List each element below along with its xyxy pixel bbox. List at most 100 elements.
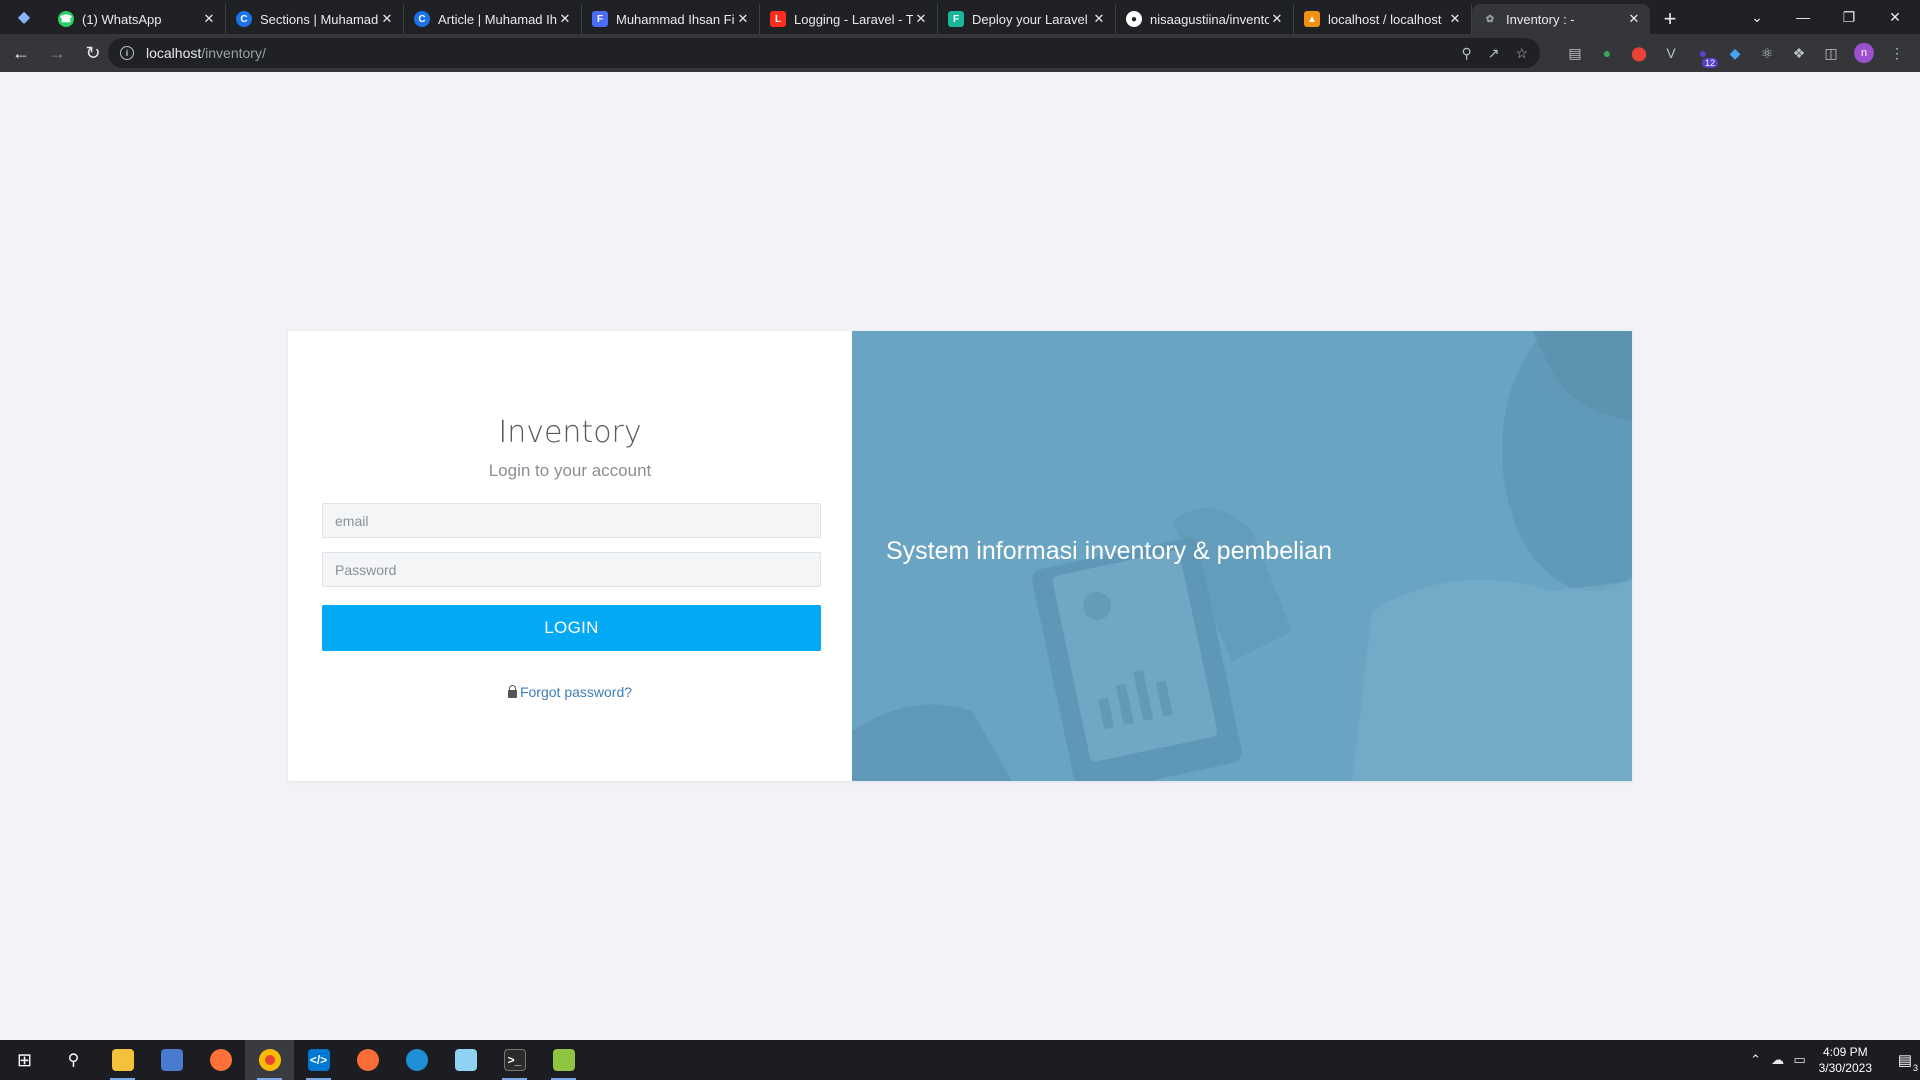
password-field[interactable] — [322, 552, 821, 587]
extension-badge: 12 — [1701, 58, 1718, 68]
close-tab-icon[interactable]: ✕ — [557, 11, 573, 27]
window-close-icon[interactable]: ✕ — [1872, 0, 1918, 34]
taskbar-app-notepad-plus-plus[interactable] — [539, 1040, 588, 1080]
site-info-icon[interactable]: i — [120, 46, 134, 60]
restore-icon[interactable]: ❐ — [1826, 0, 1872, 34]
browser-tab[interactable]: F Muhammad Ihsan Fir ✕ — [582, 4, 760, 34]
forgot-password-link-wrap[interactable]: Forgot password? — [288, 684, 852, 700]
close-tab-icon[interactable]: ✕ — [1626, 11, 1642, 27]
taskbar-app-file-explorer[interactable] — [98, 1040, 147, 1080]
taskbar-app-postman[interactable] — [343, 1040, 392, 1080]
login-subtitle: Login to your account — [488, 461, 652, 480]
close-tab-icon[interactable]: ✕ — [379, 11, 395, 27]
tab-list-chevron-icon[interactable]: ⌄ — [1734, 0, 1780, 34]
network-icon — [160, 1049, 183, 1071]
laravel-icon: L — [770, 11, 786, 27]
terminal-icon: >_ — [503, 1049, 526, 1071]
login-panel: Inventory Login to your account LOGIN Fo… — [288, 331, 852, 781]
extension-icon[interactable]: ▤ — [1566, 44, 1584, 62]
taskbar-app-vscode[interactable]: </> — [294, 1040, 343, 1080]
side-panel-icon[interactable]: ◫ — [1822, 44, 1840, 62]
forward-arrow-icon[interactable]: → — [42, 38, 72, 68]
taskbar-app-firefox[interactable] — [196, 1040, 245, 1080]
taskbar-app-mysql-workbench[interactable] — [392, 1040, 441, 1080]
reload-icon[interactable]: ↻ — [78, 38, 108, 68]
close-tab-icon[interactable]: ✕ — [1091, 11, 1107, 27]
close-tab-icon[interactable]: ✕ — [1269, 11, 1285, 27]
postman-icon — [356, 1049, 379, 1071]
bookmark-star-icon[interactable]: ☆ — [1515, 45, 1528, 62]
forgot-password-link[interactable]: Forgot password? — [520, 684, 632, 700]
folder-icon — [111, 1049, 134, 1071]
close-tab-icon[interactable]: ✕ — [201, 11, 217, 27]
dolphin-icon — [405, 1049, 428, 1071]
browser-tab[interactable]: C Sections | Muhamad ✕ — [226, 4, 404, 34]
browser-tab-active[interactable]: ✿ Inventory : - ✕ — [1472, 4, 1650, 34]
start-button[interactable]: ⊞ — [0, 1040, 49, 1080]
share-icon[interactable]: ↗ — [1488, 45, 1500, 62]
tab-title: Inventory : - — [1506, 11, 1575, 27]
menu-kebab-icon[interactable]: ⋮ — [1888, 44, 1906, 62]
login-card: Inventory Login to your account LOGIN Fo… — [288, 331, 1632, 781]
tray-chevron-up-icon[interactable]: ⌃ — [1745, 1052, 1767, 1068]
github-icon: ● — [1126, 11, 1142, 27]
url-host: localhost — [146, 45, 202, 61]
react-devtools-icon[interactable]: ⚛ — [1758, 44, 1776, 62]
extension-icon[interactable]: ⬤ — [1630, 44, 1648, 62]
vscode-icon: </> — [307, 1049, 330, 1071]
onedrive-cloud-icon[interactable]: ☁ — [1767, 1052, 1789, 1068]
minimize-icon[interactable]: — — [1780, 0, 1826, 34]
clock-date: 3/30/2023 — [1818, 1061, 1872, 1075]
notepad-plus-plus-icon — [552, 1049, 575, 1071]
address-bar[interactable]: i localhost/inventory/ ⚲ ↗ ☆ — [108, 38, 1540, 68]
close-tab-icon[interactable]: ✕ — [735, 11, 751, 27]
browser-tab[interactable]: ▲ localhost / localhost ✕ — [1294, 4, 1472, 34]
close-tab-icon[interactable]: ✕ — [1447, 11, 1463, 27]
puzzle-icon[interactable]: ❖ — [1790, 44, 1808, 62]
page-viewport: Inventory Login to your account LOGIN Fo… — [0, 72, 1920, 1040]
browser-tab[interactable]: C Article | Muhamad Ih ✕ — [404, 4, 582, 34]
vuejs-devtools-icon[interactable]: V — [1662, 44, 1680, 62]
notification-center-icon[interactable]: ▤ 3 — [1890, 1051, 1920, 1073]
dev-icon: C — [414, 11, 430, 27]
tab-title: Muhammad Ihsan Fir — [616, 11, 735, 27]
notepad-icon — [454, 1049, 477, 1071]
tab-strip: ◆ ☎ (1) WhatsApp ✕ C Sections | Muhamad … — [0, 0, 1920, 34]
tab-title: Sections | Muhamad — [260, 11, 379, 27]
hero-panel: System informasi inventory & pembelian — [852, 331, 1632, 781]
taskbar-app-notepad[interactable] — [441, 1040, 490, 1080]
tab-title: Article | Muhamad Ih — [438, 11, 557, 27]
tab-title: Deploy your Laravel P — [972, 11, 1091, 27]
extension-icon[interactable]: ● — [1598, 44, 1616, 62]
key-icon[interactable]: ⚲ — [1461, 45, 1471, 62]
browser-toolbar: ← → ↻ i localhost/inventory/ ⚲ ↗ ☆ ▤ ● ⬤… — [0, 34, 1920, 72]
back-arrow-icon[interactable]: ← — [6, 38, 36, 68]
tab-title: localhost / localhost — [1328, 11, 1442, 27]
windows-logo-icon: ⊞ — [16, 1049, 33, 1070]
extension-icon[interactable]: ◆ — [1726, 44, 1744, 62]
search-icon: ⚲ — [67, 1052, 80, 1069]
browser-tab[interactable]: F Deploy your Laravel P ✕ — [938, 4, 1116, 34]
taskbar-search[interactable]: ⚲ — [49, 1040, 98, 1080]
clock-time: 4:09 PM — [1822, 1045, 1868, 1059]
firefox-icon — [209, 1049, 232, 1071]
tab-search-icon[interactable]: ◆ — [0, 0, 48, 34]
profile-avatar[interactable]: n — [1854, 43, 1874, 63]
taskbar-app-network-tool[interactable] — [147, 1040, 196, 1080]
network-monitor-icon[interactable]: ▭ — [1789, 1052, 1811, 1068]
hero-tagline: System informasi inventory & pembelian — [886, 537, 1333, 565]
browser-tab[interactable]: L Logging - Laravel - Th ✕ — [760, 4, 938, 34]
login-button[interactable]: LOGIN — [322, 605, 821, 651]
extension-badge-icon[interactable]: ● 12 — [1694, 44, 1718, 68]
f-icon: F — [592, 11, 608, 27]
close-tab-icon[interactable]: ✕ — [913, 11, 929, 27]
browser-tab[interactable]: ● nisaagustiina/invento ✕ — [1116, 4, 1294, 34]
new-tab-button[interactable]: + — [1650, 4, 1690, 34]
phpmyadmin-icon: ▲ — [1304, 11, 1320, 27]
browser-tab[interactable]: ☎ (1) WhatsApp ✕ — [48, 4, 226, 34]
taskbar-clock[interactable]: 4:09 PM 3/30/2023 — [1819, 1044, 1872, 1076]
forge-icon: F — [948, 11, 964, 27]
email-field[interactable] — [322, 503, 821, 538]
taskbar-app-terminal[interactable]: >_ — [490, 1040, 539, 1080]
taskbar-app-chrome[interactable] — [245, 1040, 294, 1080]
